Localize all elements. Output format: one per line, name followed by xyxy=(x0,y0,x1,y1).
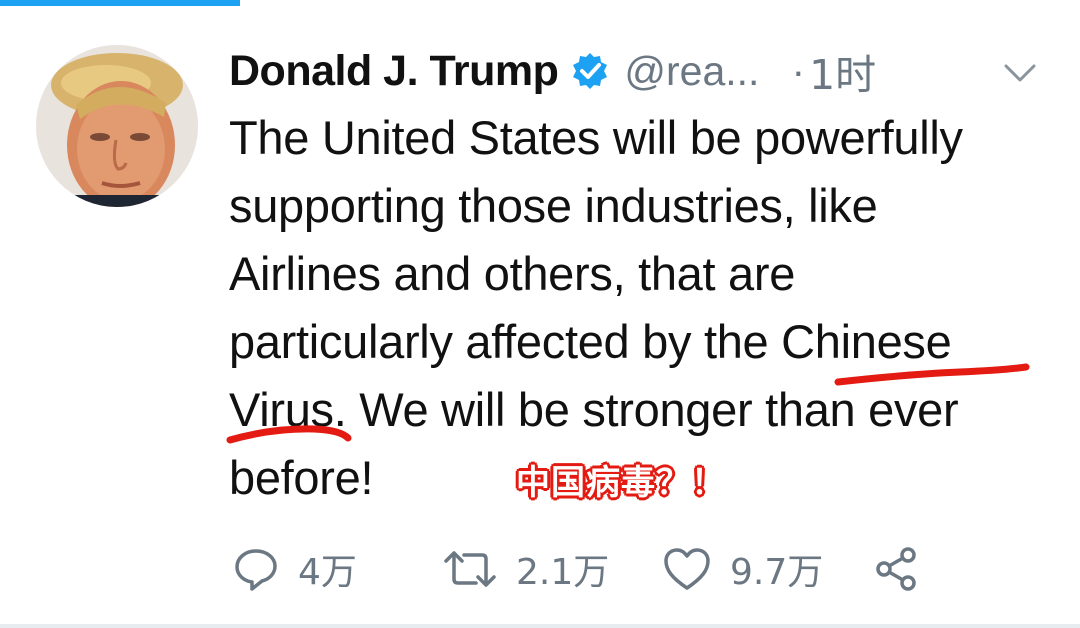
reply-icon xyxy=(232,545,280,593)
reply-count: 4万 xyxy=(298,552,357,593)
tweet-header: Donald J. Trump @rea... · 1时 xyxy=(229,40,876,102)
heart-icon xyxy=(662,546,712,592)
author-handle[interactable]: @rea... xyxy=(624,48,759,95)
tweet-timestamp[interactable]: 1时 xyxy=(809,41,876,101)
reply-button[interactable]: 4万 xyxy=(232,543,432,595)
tweet-body: The United States will be powerfully sup… xyxy=(229,104,1059,512)
retweet-button[interactable]: 2.1万 xyxy=(442,543,662,595)
annotation-note: 中国病毒？！ xyxy=(516,463,726,503)
tweet-text-line: Airlines and others, that are xyxy=(229,247,796,300)
like-count: 9.7万 xyxy=(730,552,824,593)
share-button[interactable] xyxy=(872,545,920,593)
tweet-text-line: particularly affected by the Chinese xyxy=(229,315,952,368)
avatar[interactable] xyxy=(36,45,198,207)
like-button[interactable]: 9.7万 xyxy=(662,543,872,595)
tweet-text-line: The United States will be powerfully xyxy=(229,111,963,164)
verified-badge-icon xyxy=(570,51,610,91)
retweet-icon xyxy=(442,545,498,593)
retweet-count: 2.1万 xyxy=(516,552,610,593)
avatar-image xyxy=(36,45,198,207)
tweet-actions: 4万 2.1万 9.7万 xyxy=(232,540,920,598)
meta-separator: · xyxy=(791,47,806,94)
chevron-down-icon[interactable] xyxy=(1000,58,1040,88)
tweet-text-line: Virus. We will be stronger than ever xyxy=(229,383,959,436)
loading-progress-bar xyxy=(0,0,240,6)
tweet-text-line: supporting those industries, like xyxy=(229,179,878,232)
share-icon xyxy=(872,545,920,593)
author-display-name[interactable]: Donald J. Trump xyxy=(229,47,559,96)
divider xyxy=(0,624,1080,628)
